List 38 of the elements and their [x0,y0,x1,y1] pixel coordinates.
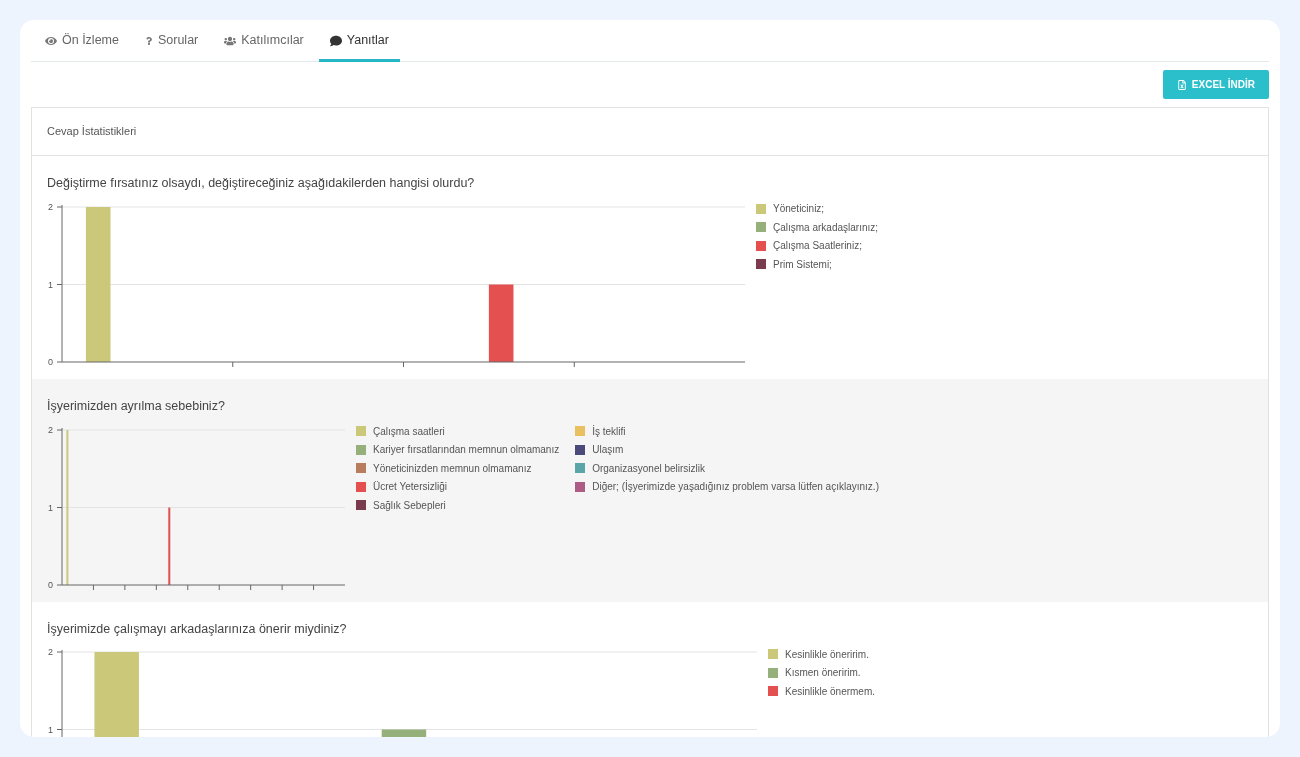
legend-label: Kısmen öneririm. [785,666,861,680]
legend-label: Ücret Yetersizliği [373,480,447,495]
axis-tick-label: 1 [48,502,53,512]
axis-tick-label: 1 [48,724,53,735]
legend-label: Çalışma arkadaşlarınız; [773,220,879,235]
tab[interactable]: Katılımcılar [213,22,315,62]
axis-tick-label: 0 [48,356,53,367]
tab[interactable]: Sorular [133,22,210,62]
axis-tick-label: 1 [48,279,53,290]
eye-icon [45,34,57,47]
legend-label: Ulaşım [592,443,624,458]
question-title: İşyerimizde çalışmayı arkadaşlarınıza önerir miydiniz? [46,620,348,638]
question-title: Değiştirme fırsatınız olsaydı, değiştireceğiniz aşağıdakilerden hangisi olurdu? [46,175,476,192]
legend-label: İş teklifi [592,424,626,439]
legend-label: Diğer; (İşyerimizde yaşadığınız problem varsa lütfen açıklayınız.) [592,479,879,495]
users-icon [224,34,237,47]
legend-label: Yöneticinizden memnun olmamanız [373,461,532,476]
legend-label: Kesinlikle öneririm. [785,647,869,662]
axis-tick-label: 2 [48,647,53,658]
question-mark-icon [144,36,153,45]
legend-label: Prim Sistemi; [773,257,832,272]
legend-label: Yöneticiniz; [773,202,825,216]
axis-tick-label: 2 [48,424,53,435]
tab[interactable]: Ön İzleme [34,22,130,62]
legend-label: Sağlık Sebepleri [373,498,446,513]
file-icon [1176,79,1187,90]
axis-tick-label: 2 [48,201,53,212]
legend-label: Çalışma Saatleriniz; [773,239,862,253]
tab[interactable]: Yanıtlar [318,22,400,62]
legend-label: Çalışma saatleri [373,424,445,439]
panel-title: Cevap İstatistikleri [47,124,137,140]
legend-label: Organizasyonel belirsizlik [592,461,705,476]
legend-label: Kariyer fırsatlarından memnun olmamanız [373,443,560,458]
question-title: İşyerimizden ayrılma sebebiniz? [46,397,226,415]
legend-label: Kesinlikle önermem. [785,684,876,699]
speech-bubble-icon [329,34,342,47]
axis-tick-label: 0 [48,579,53,590]
bar [381,729,427,737]
